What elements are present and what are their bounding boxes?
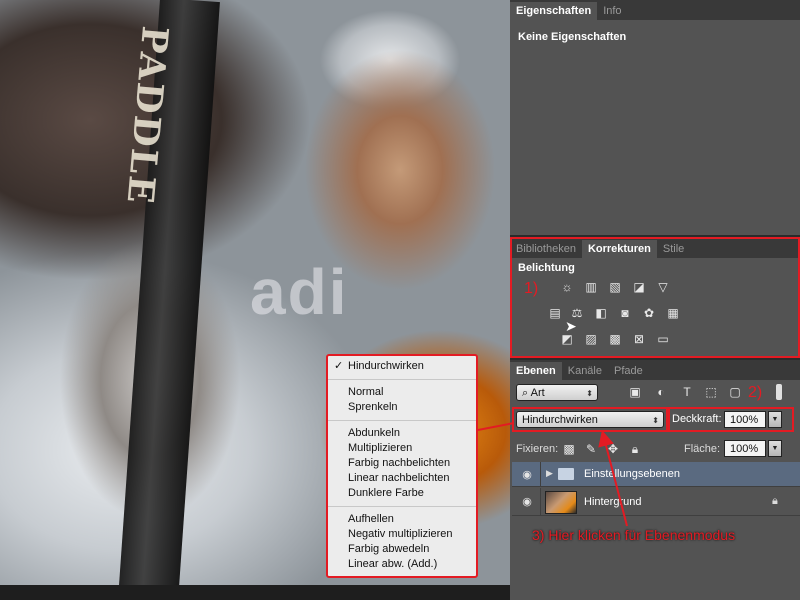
menu-item-farbig-abwedeln[interactable]: Farbig abwedeln bbox=[328, 542, 476, 557]
menu-item-abdunkeln[interactable]: Abdunkeln bbox=[328, 426, 476, 441]
menu-item-dunklere-farbe[interactable]: Dunklere Farbe bbox=[328, 486, 476, 501]
menu-item-aufhellen[interactable]: Aufhellen bbox=[328, 512, 476, 527]
menu-item-hindurchwirken[interactable]: ✓ Hindurchwirken bbox=[328, 359, 476, 374]
arrow-to-blendmode bbox=[598, 430, 628, 527]
annotation-3: 3) Hier klicken für Ebenenmodus bbox=[532, 527, 736, 543]
blend-mode-menu: ✓ Hindurchwirken Normal Sprenkeln Abdunke… bbox=[326, 354, 478, 578]
menu-item-multiplizieren[interactable]: Multiplizieren bbox=[328, 441, 476, 456]
menu-separator bbox=[328, 379, 476, 380]
menu-separator bbox=[328, 506, 476, 507]
menu-item-linear-nachbelichten[interactable]: Linear nachbelichten bbox=[328, 471, 476, 486]
menu-separator bbox=[328, 420, 476, 421]
menu-item-linear-abwedeln[interactable]: Linear abw. (Add.) bbox=[328, 557, 476, 572]
menu-item-label: Hindurchwirken bbox=[348, 360, 424, 372]
menu-item-sprenkeln[interactable]: Sprenkeln bbox=[328, 400, 476, 415]
menu-item-normal[interactable]: Normal bbox=[328, 385, 476, 400]
menu-item-negativ-multiplizieren[interactable]: Negativ multiplizieren bbox=[328, 527, 476, 542]
menu-item-farbig-nachbelichten[interactable]: Farbig nachbelichten bbox=[328, 456, 476, 471]
check-icon: ✓ bbox=[334, 360, 344, 372]
